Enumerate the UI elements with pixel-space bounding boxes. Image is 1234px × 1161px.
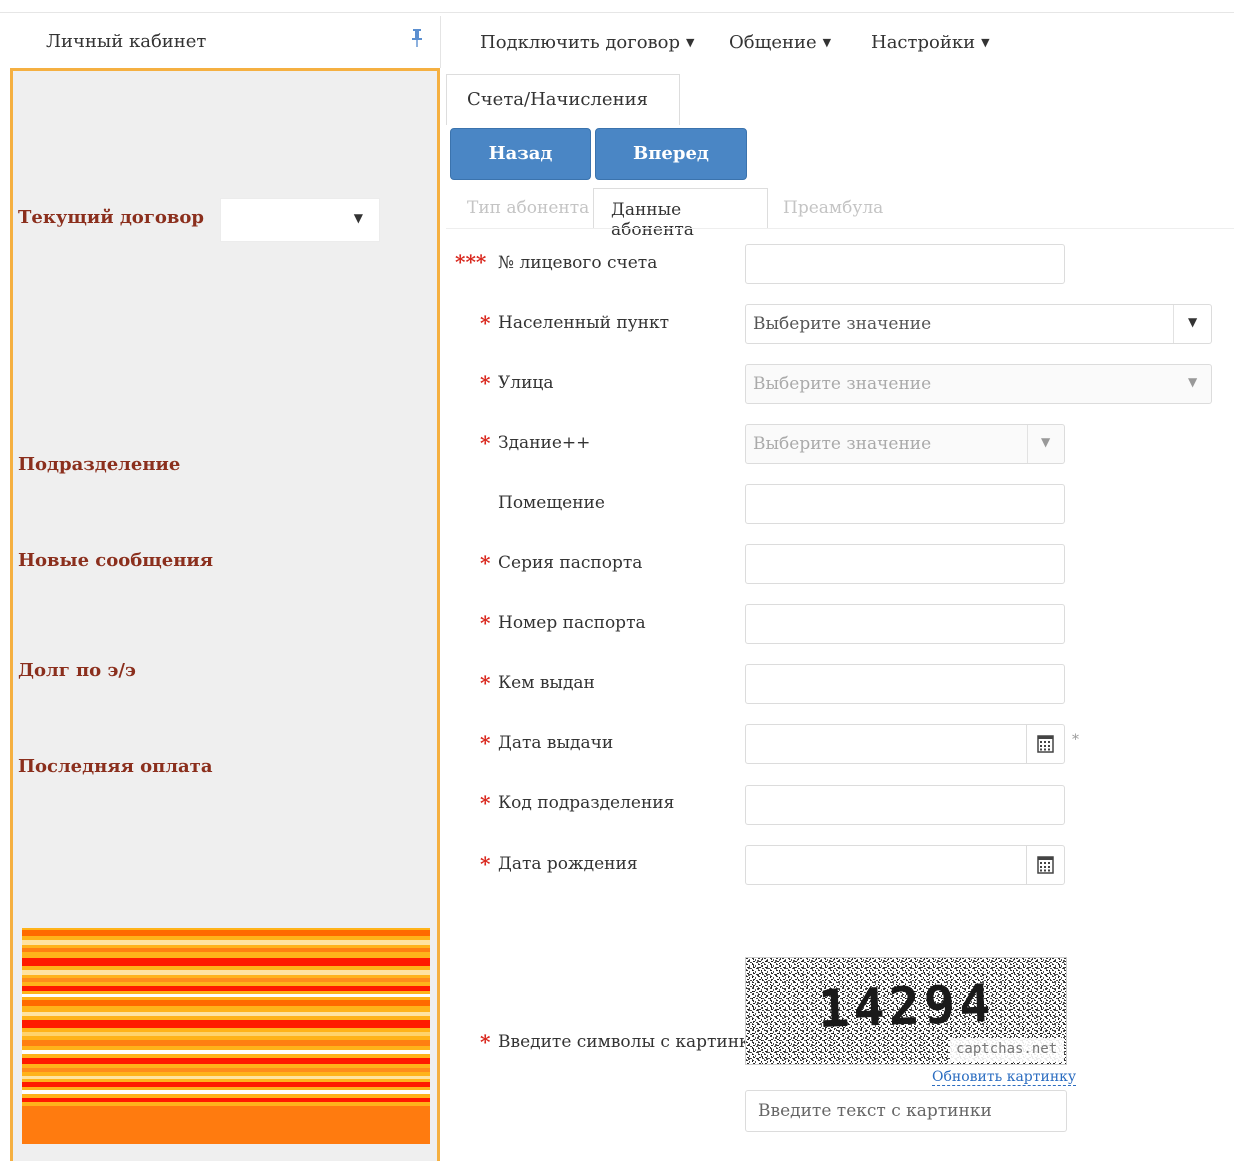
pin-icon[interactable] xyxy=(410,28,424,48)
select-separator xyxy=(1173,305,1174,343)
decorative-stripes-banner xyxy=(22,928,430,1144)
required-marker: * xyxy=(480,731,491,755)
nav-connect-contract-label: Подключить договор xyxy=(480,32,681,53)
required-marker: *** xyxy=(455,250,487,274)
passport-number-input[interactable] xyxy=(745,604,1065,644)
division-label: Подразделение xyxy=(18,454,181,475)
street-label: Улица xyxy=(498,373,554,393)
street-placeholder: Выберите значение xyxy=(753,374,932,394)
passport-series-input[interactable] xyxy=(745,544,1065,584)
debt-label: Долг по э/э xyxy=(18,660,136,681)
subtab-preamble[interactable]: Преамбула xyxy=(783,198,883,218)
chevron-down-icon: ▼ xyxy=(1041,435,1051,449)
issue-date-label: Дата выдачи xyxy=(498,733,614,753)
subtab-subscriber-data[interactable]: Данные абонента xyxy=(593,188,768,240)
nav-settings-label: Настройки xyxy=(871,32,976,53)
back-button[interactable]: Назад xyxy=(450,128,591,180)
birth-date-input[interactable] xyxy=(745,845,1065,885)
captcha-image: 14294 captchas.net xyxy=(745,957,1067,1065)
captcha-input[interactable] xyxy=(746,1091,1066,1131)
issued-by-label: Кем выдан xyxy=(498,673,595,693)
calendar-button[interactable] xyxy=(1026,725,1064,763)
subtab-divider xyxy=(446,228,1234,229)
account-number-input[interactable] xyxy=(745,244,1065,284)
top-divider xyxy=(0,12,1234,13)
passport-series-label: Серия паспорта xyxy=(498,553,643,573)
required-marker: * xyxy=(480,671,491,695)
required-marker: * xyxy=(480,431,491,455)
current-contract-select[interactable]: ▼ xyxy=(220,198,380,242)
nav-connect-contract[interactable]: Подключить договор ▼ xyxy=(480,32,695,53)
nav-communication-label: Общение xyxy=(729,32,817,53)
division-code-label: Код подразделения xyxy=(498,793,675,813)
birth-date-label: Дата рождения xyxy=(498,854,638,874)
division-code-input[interactable] xyxy=(745,785,1065,825)
nav-settings[interactable]: Настройки ▼ xyxy=(871,32,990,53)
passport-number-label: Номер паспорта xyxy=(498,613,646,633)
locality-label: Населенный пункт xyxy=(498,313,670,333)
calendar-button[interactable] xyxy=(1026,846,1064,884)
captcha-text: 14294 xyxy=(817,974,996,1040)
account-number-label: № лицевого счета xyxy=(498,253,658,273)
tab-accounts[interactable]: Счета/Начисления xyxy=(446,74,680,125)
chevron-down-icon: ▼ xyxy=(1188,315,1198,329)
chevron-down-icon: ▼ xyxy=(353,211,363,225)
captcha-input-wrapper xyxy=(745,1090,1067,1132)
caret-down-icon: ▼ xyxy=(822,36,832,49)
caret-down-icon: ▼ xyxy=(981,36,990,49)
required-marker: * xyxy=(480,611,491,635)
building-label: Здание++ xyxy=(498,433,591,453)
refresh-captcha-link[interactable]: Обновить картинку xyxy=(932,1069,1077,1086)
locality-placeholder: Выберите значение xyxy=(753,314,932,334)
issue-date-required-marker: * xyxy=(1072,732,1079,748)
subtab-subscriber-type[interactable]: Тип абонента xyxy=(467,198,589,218)
select-separator xyxy=(1027,425,1028,463)
sidebar-title: Личный кабинет xyxy=(46,31,207,52)
caret-down-icon: ▼ xyxy=(686,36,695,49)
street-select[interactable]: Выберите значение ▼ xyxy=(745,364,1212,404)
required-marker: * xyxy=(480,371,491,395)
room-input[interactable] xyxy=(745,484,1065,524)
calendar-icon xyxy=(1037,735,1054,753)
required-marker: * xyxy=(480,852,491,876)
chevron-down-icon: ▼ xyxy=(1188,375,1198,389)
locality-select[interactable]: Выберите значение ▼ xyxy=(745,304,1212,344)
captcha-brand: captchas.net xyxy=(956,1041,1058,1057)
required-marker: * xyxy=(480,311,491,335)
issued-by-input[interactable] xyxy=(745,664,1065,704)
tab-accounts-label: Счета/Начисления xyxy=(467,89,648,110)
required-marker: * xyxy=(480,1030,491,1054)
captcha-label: Введите символы с картинки xyxy=(498,1032,761,1052)
issue-date-input[interactable] xyxy=(745,724,1065,764)
forward-button[interactable]: Вперед xyxy=(595,128,747,180)
nav-communication[interactable]: Общение ▼ xyxy=(729,32,831,53)
calendar-icon xyxy=(1037,856,1054,874)
subtab-subscriber-data-label: Данные абонента xyxy=(611,200,694,240)
required-marker: * xyxy=(480,551,491,575)
new-messages-label: Новые сообщения xyxy=(18,550,214,571)
required-marker: * xyxy=(480,791,491,815)
room-label: Помещение xyxy=(498,493,605,513)
building-placeholder: Выберите значение xyxy=(753,434,932,454)
current-contract-label: Текущий договор xyxy=(18,207,204,228)
building-select[interactable]: Выберите значение ▼ xyxy=(745,424,1065,464)
last-payment-label: Последняя оплата xyxy=(18,756,213,777)
